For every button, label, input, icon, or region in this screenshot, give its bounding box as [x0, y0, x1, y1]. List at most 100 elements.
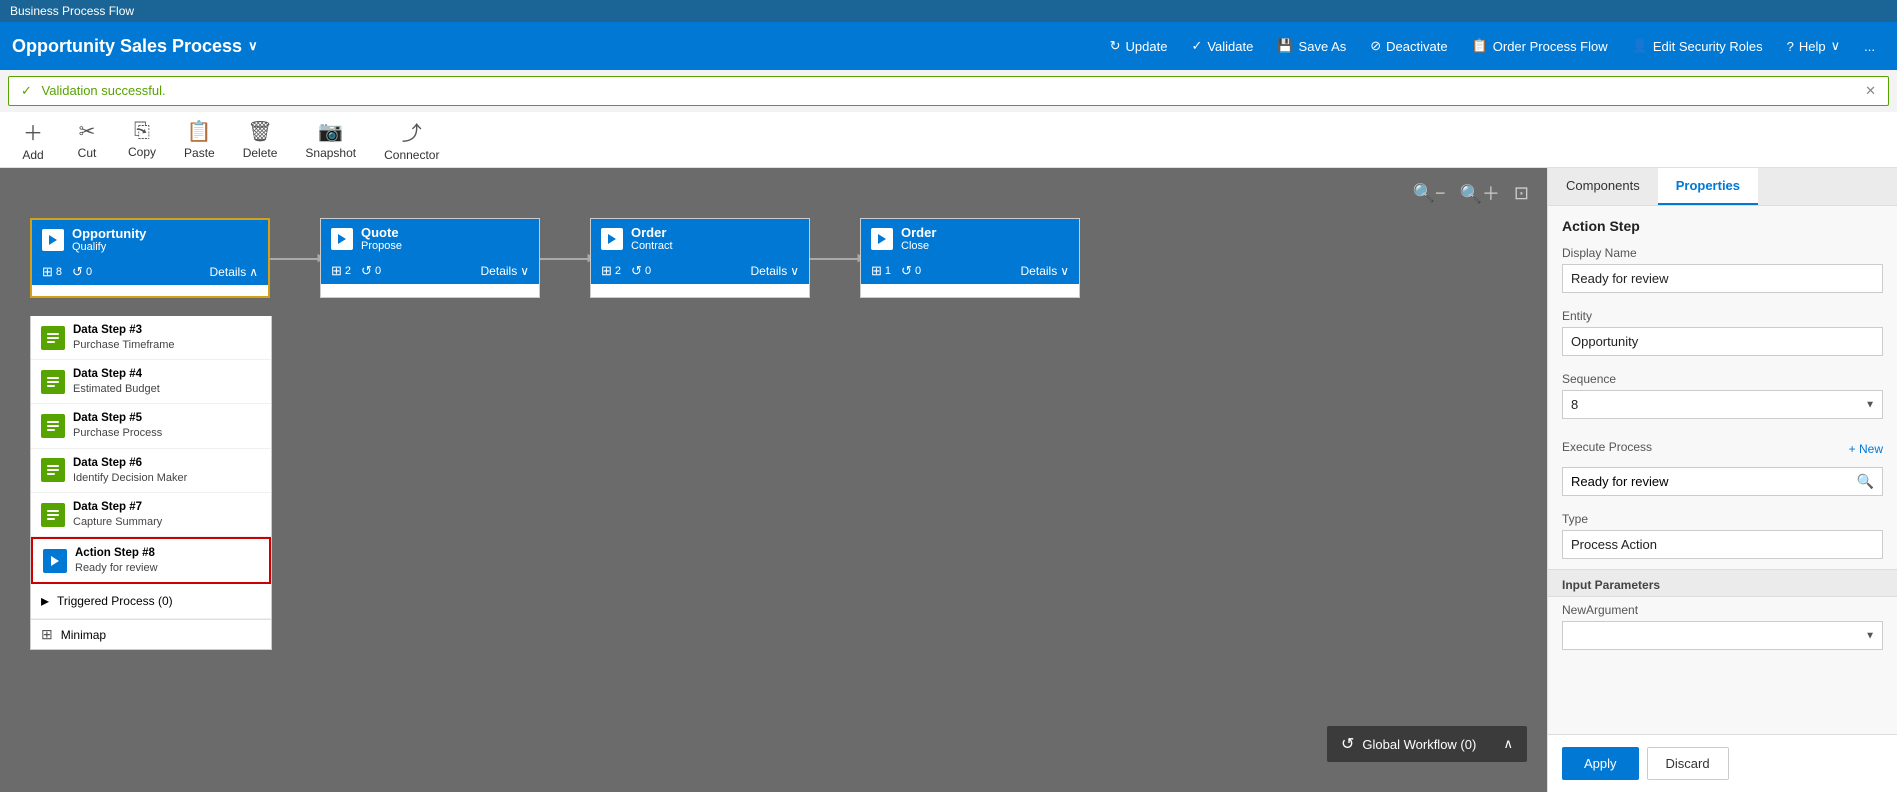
snapshot-button[interactable]: 📷 Snapshot: [293, 115, 368, 164]
connector-3: ▶: [810, 258, 860, 260]
triggered-process-row[interactable]: ▸ Triggered Process (0): [31, 584, 271, 619]
main-content: 🔍− 🔍＋ ⊡ Opportunity Qualify: [0, 168, 1897, 792]
footer-counts-3: ⊞ 2 ↺ 0: [601, 263, 651, 279]
validation-close-button[interactable]: ✕: [1865, 83, 1876, 99]
list-item-step6[interactable]: Data Step #6 Identify Decision Maker: [31, 449, 271, 493]
steps-icon: ⊞: [42, 264, 53, 280]
sequence-label: Sequence: [1562, 372, 1883, 386]
cut-icon: ✂: [79, 119, 96, 144]
entity-field: Entity: [1548, 303, 1897, 366]
new-argument-select-wrapper: [1562, 621, 1883, 650]
discard-button[interactable]: Discard: [1647, 747, 1729, 780]
node-title-area-4: Order Close: [901, 225, 936, 252]
paste-button[interactable]: 📋 Paste: [172, 115, 227, 164]
save-as-label: Save As: [1299, 39, 1347, 54]
connector-button[interactable]: ⤴ Connector: [372, 113, 451, 166]
steps-icon-3: ⊞: [601, 263, 612, 279]
step4-text: Data Step #4 Estimated Budget: [73, 367, 160, 396]
global-workflow-collapse-icon[interactable]: ∧: [1503, 736, 1513, 752]
delete-button[interactable]: 🗑 Delete: [231, 115, 290, 164]
apply-button[interactable]: Apply: [1562, 747, 1639, 780]
node-subtitle: Qualify: [72, 241, 146, 253]
node-subtitle-3: Contract: [631, 240, 673, 252]
help-icon: ?: [1787, 39, 1794, 54]
cut-button[interactable]: ✂ Cut: [62, 115, 112, 164]
details-label-3: Details: [751, 264, 788, 278]
fit-screen-button[interactable]: ⊡: [1510, 178, 1533, 208]
type-input[interactable]: [1562, 530, 1883, 559]
global-workflow-label: Global Workflow (0): [1362, 737, 1476, 752]
validate-icon: ✓: [1191, 38, 1202, 54]
node-title-4: Order: [901, 225, 936, 240]
new-link[interactable]: + New: [1849, 435, 1883, 463]
flow-node-order-close[interactable]: Order Close ⊞ 1 ↺ 0: [860, 218, 1080, 298]
details-button-2[interactable]: Details ∨: [481, 264, 529, 278]
conditions-count-2: ↺ 0: [361, 263, 381, 279]
list-item-step3[interactable]: Data Step #3 Purchase Timeframe: [31, 316, 271, 360]
canvas-toolbar: 🔍− 🔍＋ ⊡: [1409, 178, 1533, 208]
flow-node-opportunity[interactable]: Opportunity Qualify ⊞ 8 ↺ 0: [30, 218, 270, 298]
more-button[interactable]: ...: [1854, 35, 1885, 58]
header-title-area: Opportunity Sales Process ∨: [12, 36, 258, 57]
minimap-row[interactable]: ⊞ Minimap: [31, 619, 271, 649]
entity-input[interactable]: [1562, 327, 1883, 356]
execute-process-search-button[interactable]: 🔍: [1849, 469, 1882, 494]
top-bar-title: Business Process Flow: [10, 4, 134, 18]
node-title-3: Order: [631, 225, 673, 240]
details-label-4: Details: [1021, 264, 1058, 278]
section-title: Action Step: [1548, 206, 1897, 240]
footer-buttons: Apply Discard: [1548, 734, 1897, 792]
header-actions: ↻ Update ✓ Validate 💾 Save As ⊘ Deactiva…: [1100, 34, 1885, 58]
save-as-icon: 💾: [1277, 38, 1293, 54]
validate-label: Validate: [1207, 39, 1253, 54]
add-button[interactable]: ＋ Add: [8, 113, 58, 166]
update-button[interactable]: ↻ Update: [1100, 34, 1178, 58]
flow-node-quote[interactable]: Quote Propose ⊞ 2 ↺ 0: [320, 218, 540, 298]
edit-security-roles-label: Edit Security Roles: [1653, 39, 1763, 54]
order-process-flow-button[interactable]: 📋 Order Process Flow: [1462, 34, 1618, 58]
canvas[interactable]: 🔍− 🔍＋ ⊡ Opportunity Qualify: [0, 168, 1547, 792]
list-item-step7[interactable]: Data Step #7 Capture Summary: [31, 493, 271, 537]
data-step-icon-4: [41, 370, 65, 394]
tab-components[interactable]: Components: [1548, 168, 1658, 205]
details-button-4[interactable]: Details ∨: [1021, 264, 1069, 278]
update-label: Update: [1126, 39, 1168, 54]
deactivate-button[interactable]: ⊘ Deactivate: [1360, 34, 1457, 58]
flow-node-order-contract[interactable]: Order Contract ⊞ 2 ↺ 0: [590, 218, 810, 298]
deactivate-label: Deactivate: [1386, 39, 1447, 54]
edit-security-roles-button[interactable]: 👤 Edit Security Roles: [1622, 34, 1773, 58]
new-argument-label: NewArgument: [1562, 603, 1883, 617]
step8-text: Action Step #8 Ready for review: [75, 546, 158, 575]
footer-counts: ⊞ 8 ↺ 0: [42, 264, 92, 280]
add-label: Add: [22, 148, 43, 162]
more-label: ...: [1864, 39, 1875, 54]
sequence-select[interactable]: 8: [1562, 390, 1883, 419]
save-as-button[interactable]: 💾 Save As: [1267, 34, 1356, 58]
global-workflow-bar[interactable]: ↺ Global Workflow (0) ∧: [1327, 726, 1527, 762]
execute-process-input[interactable]: [1563, 468, 1849, 495]
new-argument-select[interactable]: [1562, 621, 1883, 650]
type-field: Type: [1548, 506, 1897, 569]
display-name-label: Display Name: [1562, 246, 1883, 260]
node-subtitle-2: Propose: [361, 240, 402, 252]
conditions-icon-2: ↺: [361, 263, 372, 279]
steps-count: ⊞ 8: [42, 264, 62, 280]
display-name-input[interactable]: [1562, 264, 1883, 293]
zoom-in-button[interactable]: 🔍＋: [1455, 178, 1503, 208]
tab-properties[interactable]: Properties: [1658, 168, 1758, 205]
details-button-3[interactable]: Details ∨: [751, 264, 799, 278]
node-footer-order-contract: ⊞ 2 ↺ 0 Details ∨: [591, 258, 809, 284]
list-item-step4[interactable]: Data Step #4 Estimated Budget: [31, 360, 271, 404]
validate-button[interactable]: ✓ Validate: [1181, 34, 1263, 58]
details-chevron-icon: ∧: [249, 265, 258, 279]
list-item-step8[interactable]: Action Step #8 Ready for review: [31, 537, 271, 584]
node-step-icon: [42, 229, 64, 251]
entity-label: Entity: [1562, 309, 1883, 323]
list-item-step5[interactable]: Data Step #5 Purchase Process: [31, 404, 271, 448]
help-button[interactable]: ? Help ∨: [1777, 34, 1851, 58]
zoom-out-button[interactable]: 🔍−: [1409, 178, 1450, 208]
chevron-down-icon[interactable]: ∨: [248, 38, 258, 54]
details-button-1[interactable]: Details ∧: [210, 265, 258, 279]
copy-button[interactable]: ⎘ Copy: [116, 116, 168, 163]
sequence-field: Sequence 8: [1548, 366, 1897, 429]
